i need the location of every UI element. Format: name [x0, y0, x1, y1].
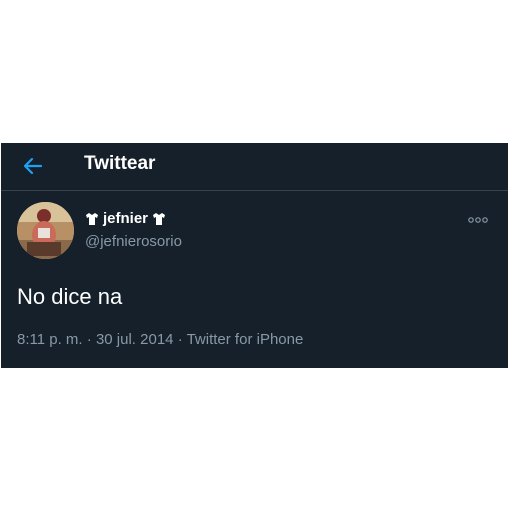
user-handle[interactable]: @jefnierosorio: [85, 232, 182, 252]
display-name-label: jefnier: [103, 210, 149, 227]
display-name[interactable]: jefnier: [85, 209, 166, 229]
shirt-icon: [86, 213, 98, 225]
shirt-icon: [153, 213, 166, 225]
tweet-time[interactable]: 8:11 p. m.: [17, 331, 83, 348]
tweet-source[interactable]: Twitter for iPhone: [187, 331, 304, 348]
avatar-image: [17, 202, 74, 259]
back-arrow-icon[interactable]: [21, 154, 45, 178]
tweet-meta: 8:11 p. m. · 30 jul. 2014 · Twitter for …: [17, 330, 303, 350]
tweet-card: Twittear jefnier @jefnierosorio No dice …: [1, 143, 508, 368]
header-bar: Twittear: [1, 143, 508, 191]
more-options-icon[interactable]: [467, 215, 489, 225]
tweet-text: No dice na: [17, 284, 123, 309]
tweet-date[interactable]: 30 jul. 2014: [96, 331, 174, 348]
meta-separator: ·: [177, 331, 183, 348]
page-title: Twittear: [84, 153, 156, 174]
meta-separator: ·: [86, 331, 92, 348]
avatar[interactable]: [17, 202, 74, 259]
